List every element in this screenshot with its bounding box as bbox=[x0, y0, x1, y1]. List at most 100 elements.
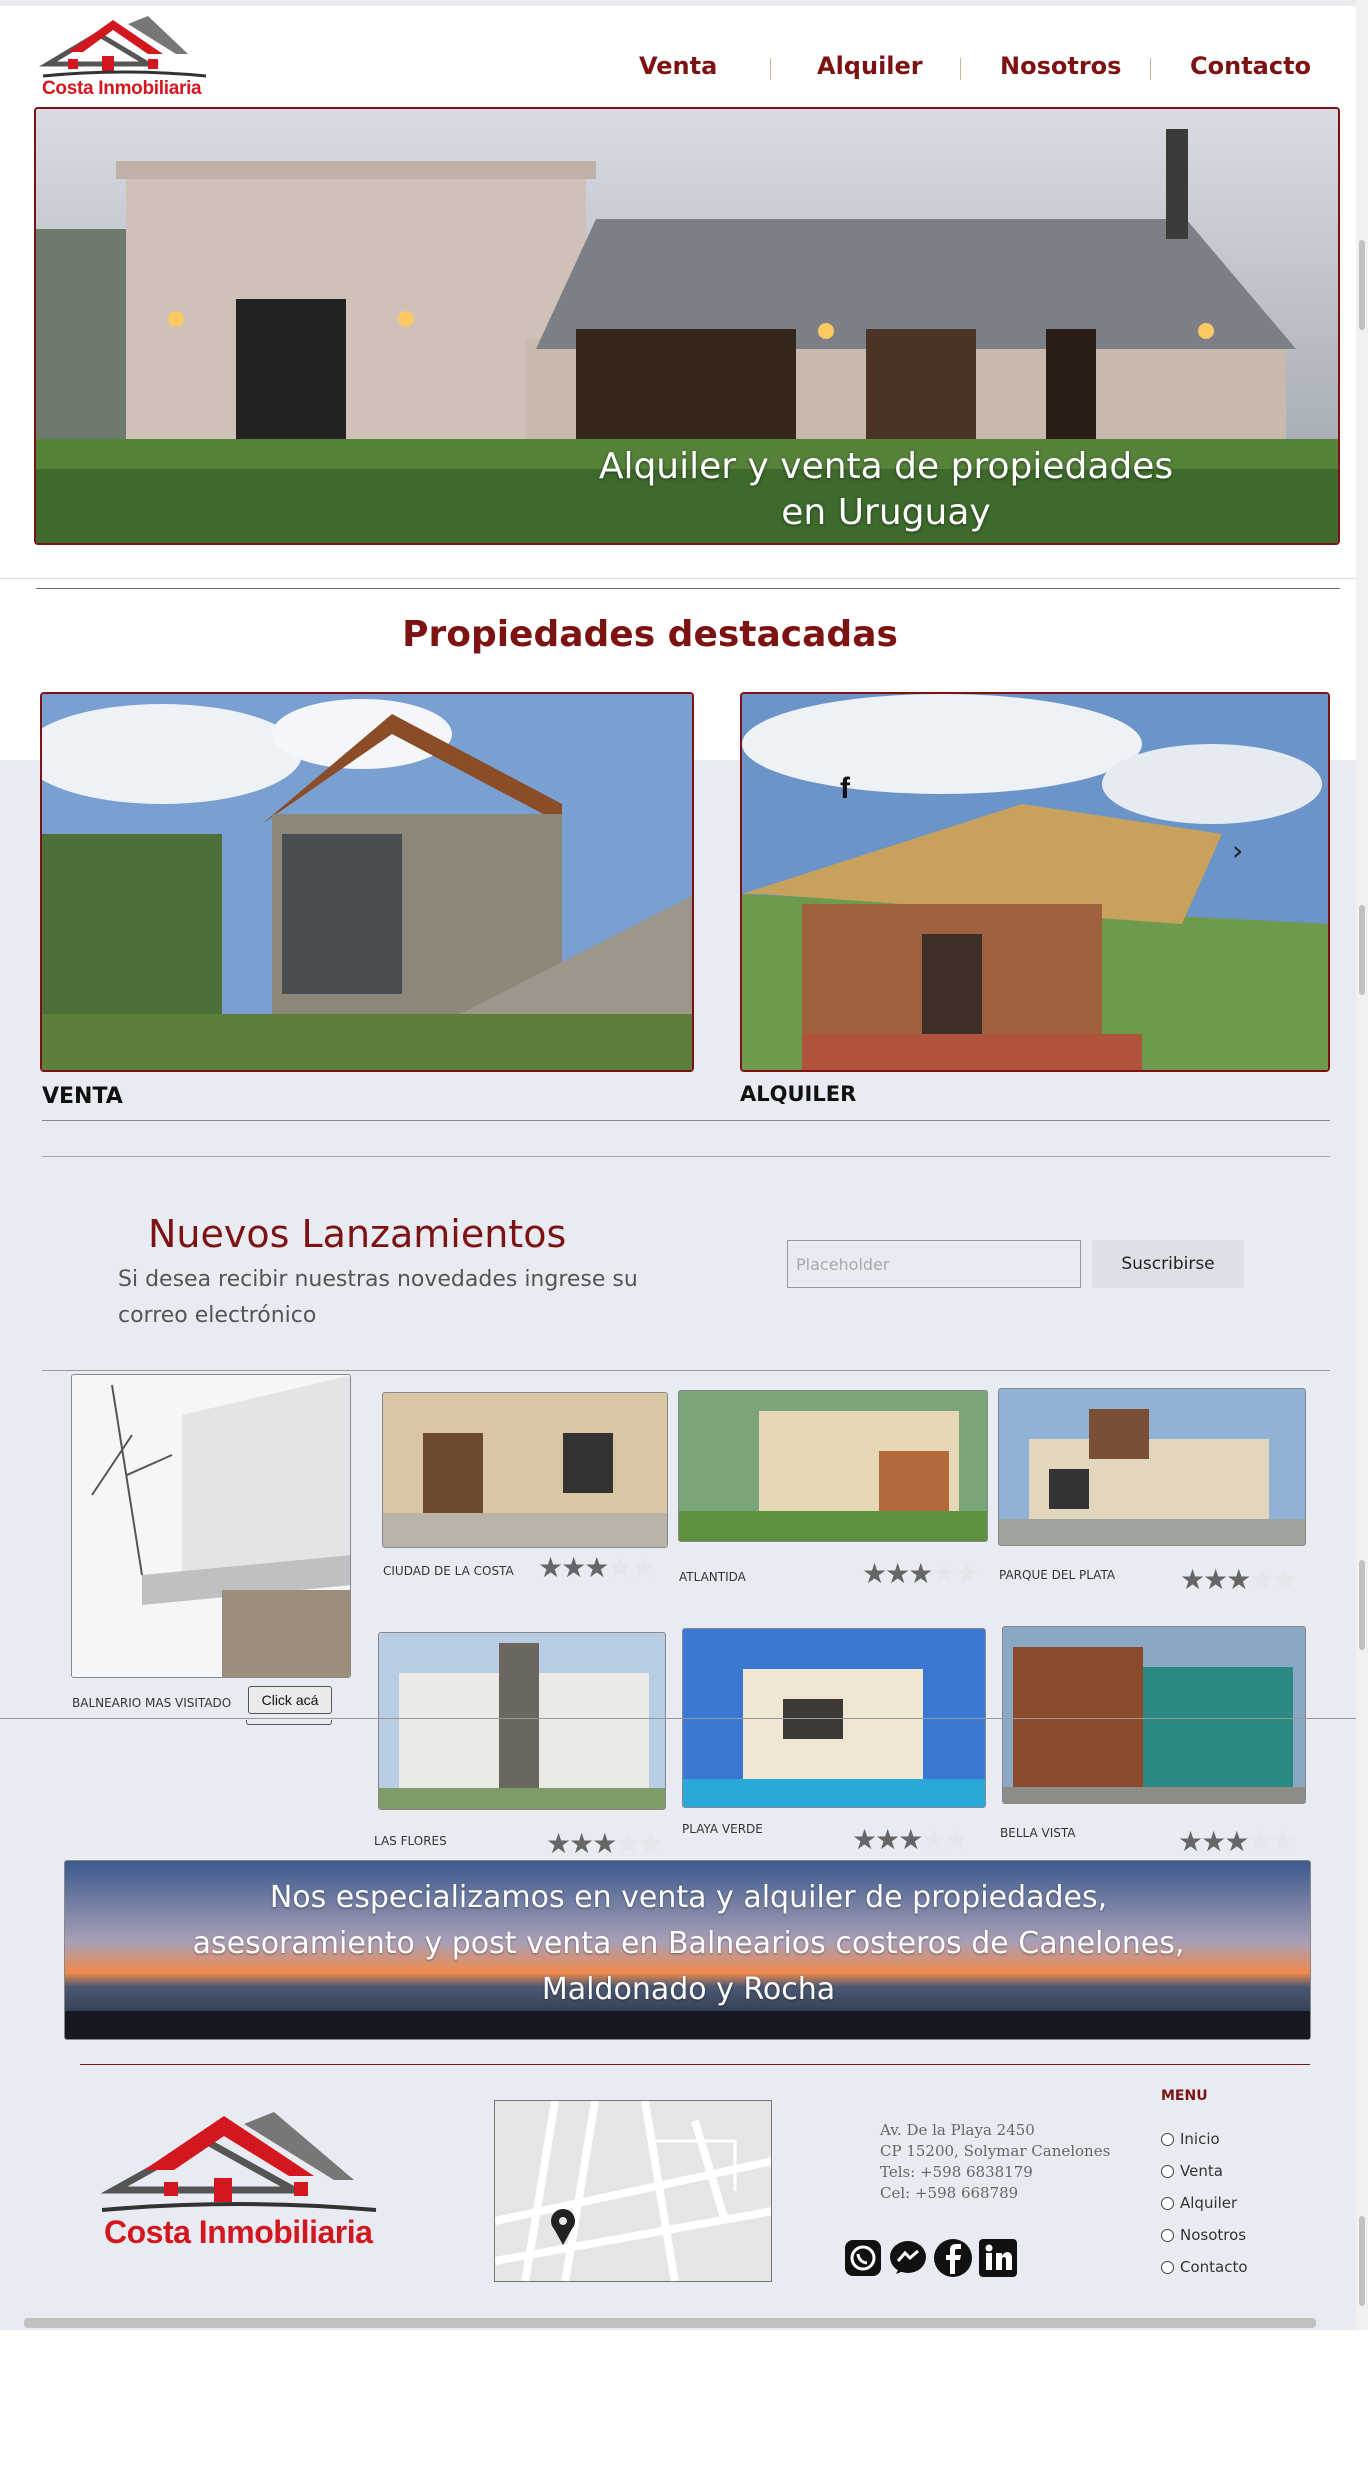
email-input[interactable] bbox=[787, 1240, 1081, 1288]
nav-contacto[interactable]: Contacto bbox=[1190, 52, 1311, 80]
footer-menu-title: MENU bbox=[1161, 2088, 1208, 2104]
logo-text-main: Costa bbox=[42, 78, 94, 99]
divider bbox=[36, 588, 1340, 589]
radio-icon[interactable] bbox=[1161, 2132, 1174, 2146]
gallery-thumb-parque-del-plata[interactable] bbox=[998, 1388, 1306, 1546]
address-cel: Cel: +598 668789 bbox=[880, 2184, 1019, 2202]
footer-menu-label[interactable]: Alquiler bbox=[1180, 2194, 1237, 2212]
hero-title-line1: Alquiler y venta de propiedades bbox=[598, 446, 1174, 487]
atlantida-house-image bbox=[679, 1391, 987, 1541]
banner-line1: Nos especializamos en venta y alquiler d… bbox=[269, 1880, 1108, 1915]
newsletter-subtitle-line1: Si desea recibir nuestras novedades ingr… bbox=[118, 1267, 638, 1292]
facebook-icon[interactable]: f bbox=[840, 772, 850, 806]
messenger-icon[interactable] bbox=[888, 2238, 928, 2278]
radio-icon[interactable] bbox=[1161, 2196, 1174, 2210]
nav-separator bbox=[960, 58, 961, 80]
newsletter-title: Nuevos Lanzamientos bbox=[148, 1212, 567, 1256]
scrollbar-thumb[interactable] bbox=[1359, 1560, 1365, 1650]
linkedin-icon[interactable] bbox=[978, 2238, 1018, 2278]
facebook-icon[interactable] bbox=[933, 2238, 973, 2278]
map-image bbox=[495, 2101, 771, 2281]
gallery-caption: CIUDAD DE LA COSTA bbox=[383, 1564, 514, 1578]
featured-title: Propiedades destacadas bbox=[402, 614, 898, 655]
featured-label-alquiler[interactable]: ALQUILER bbox=[740, 1082, 856, 1106]
divider bbox=[42, 1370, 1330, 1371]
subscribe-button[interactable]: Suscribirse bbox=[1092, 1240, 1244, 1288]
top-bar bbox=[0, 0, 1368, 6]
specialization-banner: Nos especializamos en venta y alquiler d… bbox=[64, 1860, 1311, 2040]
footer-menu-label[interactable]: Contacto bbox=[1180, 2258, 1248, 2276]
footer-address: Av. De la Playa 2450 CP 15200, Solymar C… bbox=[880, 2120, 1110, 2204]
gallery-thumb-las-flores[interactable] bbox=[378, 1632, 666, 1810]
featured-card-venta[interactable] bbox=[40, 692, 694, 1072]
divider bbox=[42, 1120, 1330, 1121]
newsletter-subtitle: Si desea recibir nuestras novedades ingr… bbox=[118, 1262, 718, 1334]
whatsapp-icon[interactable] bbox=[843, 2238, 883, 2278]
nav-nosotros[interactable]: Nosotros bbox=[1000, 52, 1121, 80]
flores-house-image bbox=[379, 1633, 665, 1809]
divider bbox=[0, 1718, 1368, 1719]
banner-line2: asesoramiento y post venta en Balnearios… bbox=[192, 1926, 1185, 1961]
divider bbox=[0, 578, 1368, 579]
parque-house-image bbox=[999, 1389, 1305, 1545]
radio-icon[interactable] bbox=[1161, 2260, 1174, 2274]
rating-stars: ★★★★★ bbox=[862, 1557, 980, 1590]
scrollbar-thumb[interactable] bbox=[1359, 905, 1365, 995]
nav-venta[interactable]: Venta bbox=[639, 52, 717, 80]
rating-stars: ★★★★★ bbox=[852, 1823, 970, 1856]
address-line2: CP 15200, Solymar Canelones bbox=[880, 2142, 1111, 2160]
ciudad-house-image bbox=[383, 1393, 667, 1547]
location-map[interactable] bbox=[494, 2100, 772, 2282]
address-tel: Tels: +598 6838179 bbox=[880, 2163, 1033, 2181]
page-bottom bbox=[0, 2330, 1368, 2476]
logo[interactable]: Costa Inmobiliaria bbox=[38, 14, 210, 104]
address-line1: Av. De la Playa 2450 bbox=[880, 2121, 1035, 2139]
nav-separator bbox=[1150, 58, 1151, 80]
scrollbar-thumb[interactable] bbox=[1359, 2216, 1365, 2306]
nav-alquiler[interactable]: Alquiler bbox=[817, 52, 923, 80]
gallery-thumb-ciudad-de-la-costa[interactable] bbox=[382, 1392, 668, 1548]
footer-logo-text-accent: Inmobiliaria bbox=[198, 2214, 373, 2250]
gallery-feature-caption: BALNEARIO MAS VISITADO bbox=[72, 1696, 232, 1710]
divider bbox=[42, 1156, 1330, 1157]
banner-line3: Maldonado y Rocha bbox=[541, 1972, 836, 2007]
footer-menu-venta[interactable]: Venta bbox=[1161, 2162, 1223, 2180]
alquiler-house-image bbox=[742, 694, 1328, 1070]
footer-menu-label[interactable]: Inicio bbox=[1180, 2130, 1220, 2148]
hero-title-line2: en Uruguay bbox=[781, 492, 991, 533]
gallery-caption: PLAYA VERDE bbox=[682, 1822, 763, 1836]
footer-logo-text-main: Costa bbox=[104, 2214, 191, 2250]
footer-menu-contacto[interactable]: Contacto bbox=[1161, 2258, 1248, 2276]
chevron-right-icon[interactable]: › bbox=[1232, 834, 1243, 867]
footer-menu-alquiler[interactable]: Alquiler bbox=[1161, 2194, 1237, 2212]
logo-text-accent: Inmobiliaria bbox=[98, 78, 202, 99]
logo-house-icon bbox=[38, 16, 207, 78]
modern-house-image bbox=[72, 1375, 350, 1677]
rating-stars: ★★★★★ bbox=[1178, 1825, 1296, 1858]
venta-house-image bbox=[42, 694, 692, 1070]
rating-stars: ★★★★★ bbox=[1180, 1563, 1298, 1596]
footer-menu-inicio[interactable]: Inicio bbox=[1161, 2130, 1220, 2148]
radio-icon[interactable] bbox=[1161, 2164, 1174, 2178]
gallery-caption: BELLA VISTA bbox=[1000, 1826, 1076, 1840]
gallery-caption: PARQUE DEL PLATA bbox=[999, 1568, 1116, 1582]
nav-separator bbox=[770, 58, 771, 80]
footer-menu-label[interactable]: Nosotros bbox=[1180, 2226, 1246, 2244]
hero-banner: Alquiler y venta de propiedades en Urugu… bbox=[34, 107, 1340, 545]
featured-card-alquiler[interactable]: f › bbox=[740, 692, 1330, 1072]
click-aca-button[interactable]: Click acá bbox=[248, 1686, 332, 1714]
gallery-thumb-bella-vista[interactable] bbox=[1002, 1626, 1306, 1804]
footer-logo-house-icon bbox=[100, 2112, 377, 2212]
footer-menu-label[interactable]: Venta bbox=[1180, 2162, 1223, 2180]
horizontal-scrollbar[interactable] bbox=[24, 2318, 1316, 2328]
scrollbar-thumb[interactable] bbox=[1359, 240, 1365, 330]
footer-logo[interactable]: Costa Inmobiliaria bbox=[94, 2110, 384, 2260]
footer-menu-nosotros[interactable]: Nosotros bbox=[1161, 2226, 1246, 2244]
vertical-scrollbar[interactable] bbox=[1356, 0, 1368, 2330]
featured-label-venta[interactable]: VENTA bbox=[42, 1084, 123, 1109]
button-shadow bbox=[246, 1720, 332, 1725]
radio-icon[interactable] bbox=[1161, 2228, 1174, 2242]
gallery-thumb-atlantida[interactable] bbox=[678, 1390, 988, 1542]
gallery-caption: LAS FLORES bbox=[374, 1834, 447, 1848]
gallery-feature-image[interactable] bbox=[71, 1374, 351, 1678]
